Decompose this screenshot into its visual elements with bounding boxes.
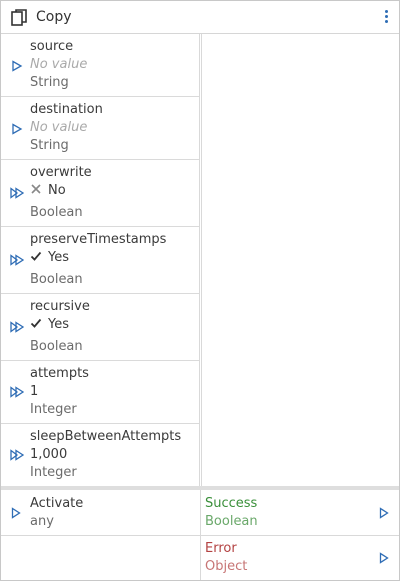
output-arrow-icon[interactable]: [379, 507, 389, 519]
input-arrow-icon[interactable]: [11, 507, 21, 519]
param-name: source: [30, 39, 74, 54]
param-type: Integer: [30, 465, 77, 480]
output-arrow-icon[interactable]: [379, 552, 389, 564]
param-value-row: No: [30, 183, 66, 198]
param-name: recursive: [30, 299, 90, 314]
param-type: Boolean: [30, 272, 83, 287]
input-arrow-icon[interactable]: [10, 60, 24, 72]
param-sleepBetweenAttempts[interactable]: sleepBetweenAttempts 1,000 Integer: [1, 424, 199, 486]
param-value: No value: [30, 57, 88, 72]
param-type: Boolean: [30, 339, 83, 354]
double-input-arrow-icon[interactable]: [10, 386, 24, 398]
param-value-row: Yes: [30, 317, 69, 332]
param-value: 1: [30, 384, 39, 399]
param-type: String: [30, 138, 69, 153]
cross-icon: [31, 184, 41, 194]
copy-documents-icon: [11, 9, 27, 26]
success-type: Boolean: [205, 514, 258, 529]
empty-cell: [1, 536, 201, 580]
param-type: Boolean: [30, 205, 83, 220]
param-value: 1,000: [30, 447, 68, 462]
input-params-column: source No value String destination No va…: [1, 34, 200, 486]
param-source[interactable]: source No value String: [1, 34, 199, 97]
error-type: Object: [205, 559, 248, 574]
double-input-arrow-icon[interactable]: [10, 321, 24, 333]
param-value: Yes: [48, 250, 69, 265]
check-icon: [30, 318, 42, 328]
param-type: Integer: [30, 402, 77, 417]
param-value: No: [48, 183, 66, 198]
activate-success-row: Activate any Success Boolean: [1, 490, 399, 536]
success-output[interactable]: Success Boolean: [201, 490, 399, 535]
param-type: String: [30, 75, 69, 90]
success-label: Success: [205, 496, 258, 511]
param-recursive[interactable]: recursive Yes Boolean: [1, 294, 199, 361]
more-vertical-icon[interactable]: [383, 10, 389, 24]
param-name: destination: [30, 102, 103, 117]
activate-type: any: [30, 514, 54, 529]
right-panel: [201, 34, 400, 486]
double-input-arrow-icon[interactable]: [10, 254, 24, 266]
param-value-row: Yes: [30, 250, 69, 265]
error-label: Error: [205, 541, 237, 556]
param-name: preserveTimestamps: [30, 232, 167, 247]
error-row: Error Object: [1, 536, 399, 580]
param-preserveTimestamps[interactable]: preserveTimestamps Yes Boolean: [1, 227, 199, 294]
node-title: Copy: [36, 9, 72, 25]
param-value: Yes: [48, 317, 69, 332]
param-overwrite[interactable]: overwrite No Boolean: [1, 160, 199, 227]
param-name: sleepBetweenAttempts: [30, 429, 182, 444]
param-attempts[interactable]: attempts 1 Integer: [1, 361, 199, 424]
param-name: attempts: [30, 366, 89, 381]
param-destination[interactable]: destination No value String: [1, 97, 199, 160]
node-header: Copy: [1, 1, 399, 34]
activate-label: Activate: [30, 496, 84, 511]
param-value: No value: [30, 120, 88, 135]
param-name: overwrite: [30, 165, 92, 180]
double-input-arrow-icon[interactable]: [10, 449, 24, 461]
activate-port[interactable]: Activate any: [1, 490, 201, 535]
error-output[interactable]: Error Object: [201, 536, 399, 580]
input-arrow-icon[interactable]: [10, 123, 24, 135]
check-icon: [30, 251, 42, 261]
double-input-arrow-icon[interactable]: [10, 187, 24, 199]
copy-node: Copy source No value String destination …: [0, 0, 400, 581]
